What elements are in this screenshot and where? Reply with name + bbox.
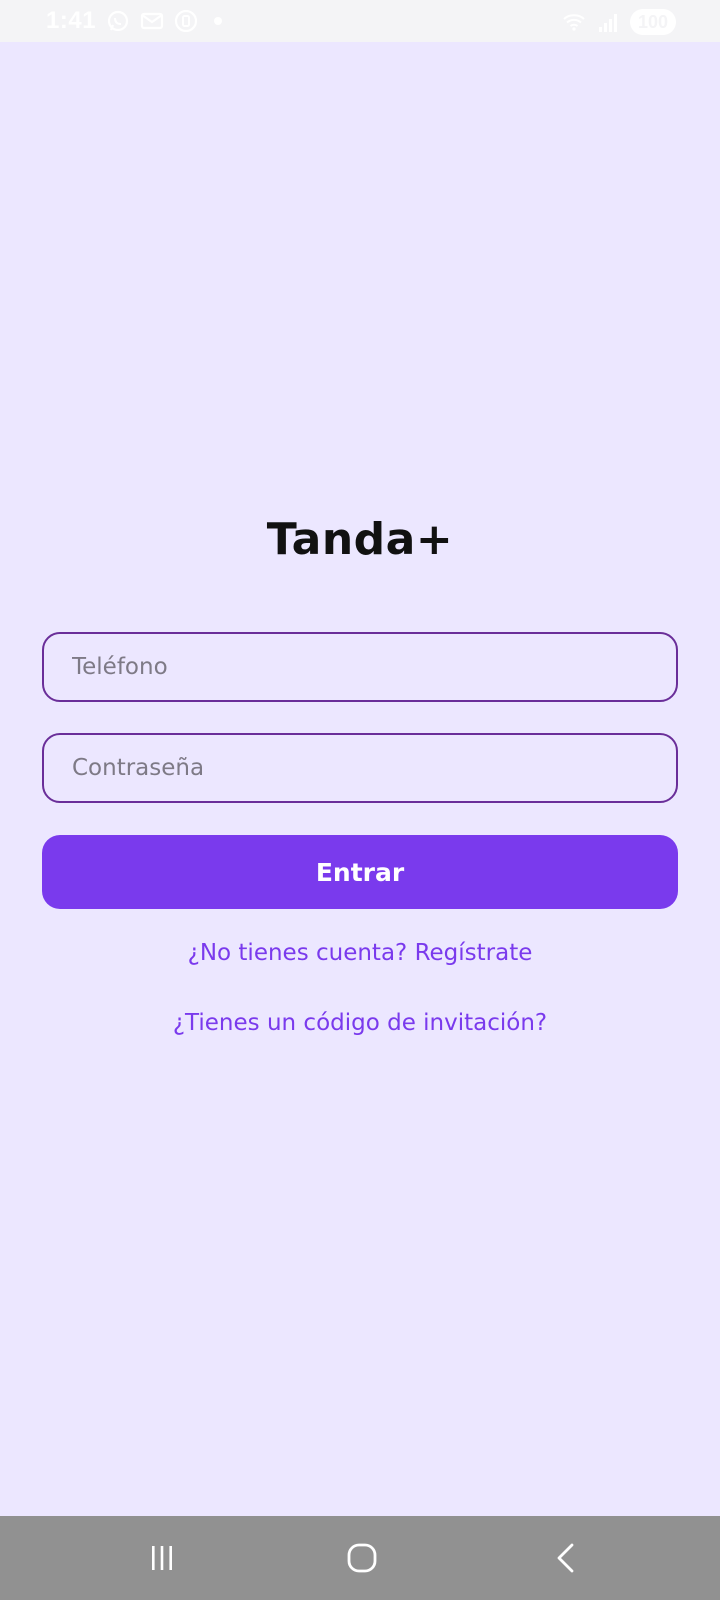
recent-apps-button[interactable] (92, 1516, 232, 1600)
login-button[interactable]: Entrar (42, 835, 678, 909)
phone-field[interactable] (42, 632, 678, 702)
status-left: 1:41 (46, 6, 223, 36)
more-notifications-dot (214, 17, 223, 25)
back-button[interactable] (496, 1516, 636, 1600)
mail-icon (140, 12, 164, 30)
recent-apps-icon (152, 1546, 172, 1570)
back-icon (557, 1543, 574, 1573)
phone-input[interactable] (72, 654, 648, 680)
status-time: 1:41 (46, 7, 97, 34)
whatsapp-icon (107, 10, 129, 32)
invite-code-link[interactable]: ¿Tienes un código de invitación? (0, 1010, 720, 1036)
notification-icon (174, 9, 198, 33)
battery-icon: 100 (630, 9, 676, 35)
signal-icon (599, 14, 617, 32)
app-title: Tanda+ (266, 514, 454, 565)
password-input[interactable] (72, 755, 648, 781)
register-link[interactable]: ¿No tienes cuenta? Regístrate (0, 940, 720, 966)
home-button[interactable] (292, 1516, 432, 1600)
navigation-bar (0, 1516, 720, 1600)
password-field[interactable] (42, 733, 678, 803)
home-icon (347, 1543, 377, 1573)
status-right: 100 (562, 8, 676, 36)
wifi-icon (563, 14, 585, 31)
status-bar: 1:41 100 (0, 0, 720, 42)
